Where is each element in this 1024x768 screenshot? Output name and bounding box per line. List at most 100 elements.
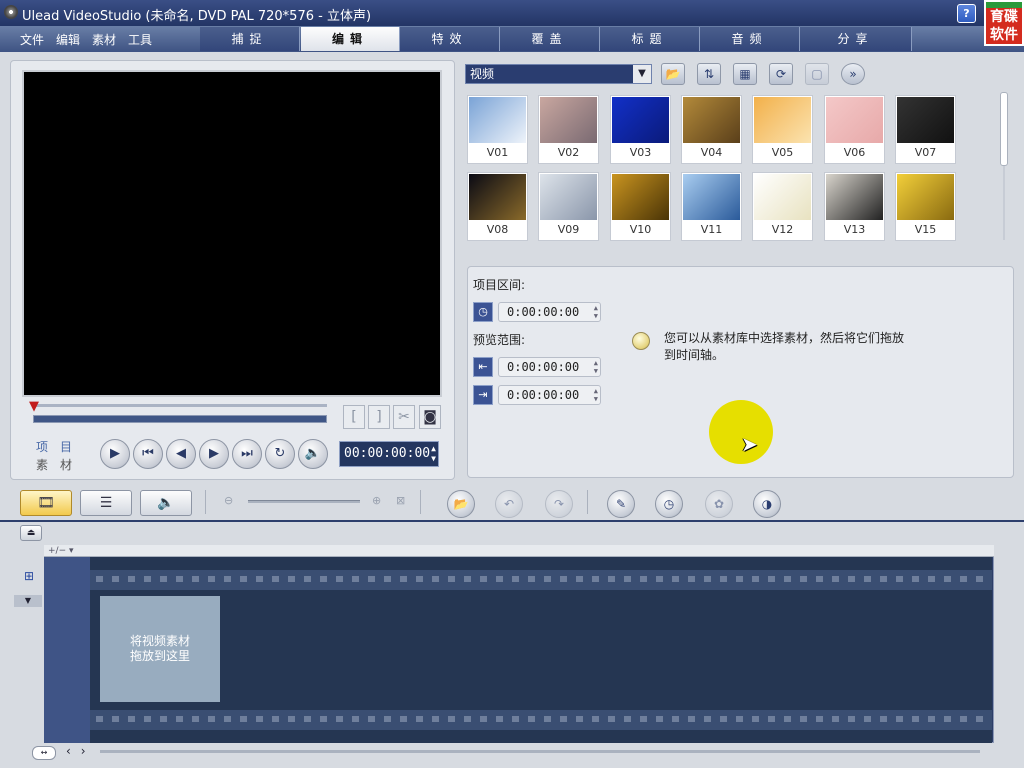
library-manager-icon[interactable]: ▦ [733, 63, 757, 85]
track-dropdown-icon[interactable]: ▼ [14, 595, 42, 607]
menu-edit[interactable]: 编辑 [56, 31, 80, 48]
tab-effect[interactable]: 特效 [400, 27, 500, 51]
thumbnail-label: V07 [914, 146, 937, 159]
range-start-field[interactable]: 0:00:00:00 ▲ ▼ [498, 357, 601, 377]
fit-timeline-icon[interactable]: ↔ [32, 746, 56, 760]
timeline-view-button[interactable]: ☰ [80, 490, 132, 516]
play-icon[interactable]: ▶ [100, 439, 130, 469]
drop-hint-line2: 拖放到这里 [129, 649, 190, 663]
library-thumbnail[interactable]: V04 [681, 95, 742, 164]
chevron-down-icon[interactable]: ▼ [633, 65, 651, 83]
sort-icon[interactable]: ⇅ [697, 63, 721, 85]
surround-sound-icon[interactable]: ◑ [753, 490, 781, 518]
menu-clip[interactable]: 素材 [92, 31, 116, 48]
cut-clip-icon[interactable]: ✂ [393, 405, 415, 429]
thumbnail-image [469, 97, 526, 143]
undo-icon[interactable]: ↶ [495, 490, 523, 518]
timecode-value: 00:00:00:00 [344, 446, 431, 461]
library-thumbnail[interactable]: V07 [895, 95, 956, 164]
tab-audio[interactable]: 音频 [700, 27, 800, 51]
library-thumbnail[interactable]: V02 [538, 95, 599, 164]
insert-media-icon[interactable]: 📂 [447, 490, 475, 518]
zoom-slider[interactable] [248, 500, 360, 503]
mode-clip-label[interactable]: 素材 [36, 456, 84, 473]
library-category-select[interactable]: 视频 ▼ [465, 64, 652, 84]
thumbnail-label: V10 [629, 223, 652, 236]
hint-text: 您可以从素材库中选择素材，然后将它们拖放到时间轴。 [664, 331, 905, 362]
redo-icon[interactable]: ↷ [545, 490, 573, 518]
drop-hint-line1: 将视频素材 [129, 634, 190, 648]
menu-file[interactable]: 文件 [20, 31, 44, 48]
project-duration-field[interactable]: 0:00:00:00 ▲ ▼ [498, 302, 601, 322]
library-thumbnail[interactable]: V03 [610, 95, 671, 164]
tab-overlay[interactable]: 覆盖 [500, 27, 600, 51]
tab-capture[interactable]: 捕捉 [200, 27, 300, 51]
spinner-icon[interactable]: ▲ ▼ [594, 359, 598, 375]
tab-edit[interactable]: 编辑 [301, 27, 400, 51]
zoom-out-icon[interactable]: ⊖ [224, 494, 233, 507]
tab-share[interactable]: 分享 [800, 27, 912, 51]
open-folder-icon[interactable]: 📂 [661, 63, 685, 85]
thumbnail-image [612, 97, 669, 143]
library-thumbnail[interactable]: V09 [538, 172, 599, 241]
library-thumbnail[interactable]: V05 [752, 95, 813, 164]
go-to-start-icon[interactable]: ⏮ [133, 439, 163, 469]
fit-project-icon[interactable]: ⊠ [396, 494, 405, 507]
drop-target[interactable]: 将视频素材 拖放到这里 [100, 596, 220, 702]
thumbnail-label: V01 [486, 146, 509, 159]
library-thumbnail[interactable]: V10 [610, 172, 671, 241]
thumbnail-view-icon[interactable]: ▢ [805, 63, 829, 85]
mode-project-label[interactable]: 项目 [36, 438, 84, 455]
timeline-ruler[interactable] [44, 545, 994, 557]
timecode-display[interactable]: 00:00:00:00 ▲ ▼ [339, 441, 439, 467]
audio-view-button[interactable]: 🔈 [140, 490, 192, 516]
zoom-in-icon[interactable]: ⊕ [372, 494, 381, 507]
scrub-bar[interactable] [33, 415, 327, 423]
volume-icon[interactable]: 🔈 [298, 439, 328, 469]
thumbnail-image [826, 97, 883, 143]
library-thumbnail[interactable]: V12 [752, 172, 813, 241]
spinner-icon[interactable]: ▲ ▼ [594, 387, 598, 403]
timeline-clock-icon[interactable]: ◷ [655, 490, 683, 518]
library-thumbnail[interactable]: V15 [895, 172, 956, 241]
thumbnail-label: V05 [771, 146, 794, 159]
playhead-marker-icon[interactable]: ▼ [26, 400, 42, 413]
timecode-spinner-icon[interactable]: ▲ ▼ [431, 444, 436, 464]
project-duration-label: 项目区间: [473, 278, 526, 292]
thumbnail-label: V03 [629, 146, 652, 159]
lightbulb-icon [632, 332, 650, 350]
refresh-library-icon[interactable]: ⟳ [769, 63, 793, 85]
thumbnail-image [540, 97, 597, 143]
library-thumbnail[interactable]: V08 [467, 172, 528, 241]
mark-out-button[interactable]: ] [368, 405, 390, 429]
library-scrollbar[interactable] [1000, 92, 1008, 166]
expand-icon[interactable]: » [841, 63, 865, 85]
menu-tools[interactable]: 工具 [128, 31, 152, 48]
smart-proxy-icon[interactable]: ✎ [607, 490, 635, 518]
library-thumbnail[interactable]: V11 [681, 172, 742, 241]
thumbnail-label: V08 [486, 223, 509, 236]
help-button[interactable]: ? [957, 4, 976, 23]
eject-icon[interactable]: ⏏ [20, 525, 42, 541]
toolbar-divider [205, 490, 206, 514]
thumbnail-image [826, 174, 883, 220]
library-thumbnail[interactable]: V01 [467, 95, 528, 164]
track-manager-icon[interactable]: ⊞ [18, 569, 40, 587]
batch-convert-icon[interactable]: ✿ [705, 490, 733, 518]
go-to-end-icon[interactable]: ⏭ [232, 439, 262, 469]
timeline-scrollbar[interactable] [100, 750, 980, 753]
spinner-icon[interactable]: ▲ ▼ [594, 304, 598, 320]
range-end-value: 0:00:00:00 [507, 388, 580, 402]
timeline-nav-arrows[interactable]: ‹› [66, 744, 96, 758]
library-thumbnail[interactable]: V06 [824, 95, 885, 164]
tab-title[interactable]: 标题 [600, 27, 700, 51]
ruler-controls[interactable]: +/− ▾ [48, 545, 74, 557]
next-frame-icon[interactable]: ▶ [199, 439, 229, 469]
previous-frame-icon[interactable]: ◀ [166, 439, 196, 469]
enlarge-preview-icon[interactable]: ◙ [419, 405, 441, 429]
storyboard-view-button[interactable]: 🎞 [20, 490, 72, 516]
repeat-icon[interactable]: ↻ [265, 439, 295, 469]
library-thumbnail[interactable]: V13 [824, 172, 885, 241]
range-end-field[interactable]: 0:00:00:00 ▲ ▼ [498, 385, 601, 405]
mark-in-button[interactable]: [ [343, 405, 365, 429]
